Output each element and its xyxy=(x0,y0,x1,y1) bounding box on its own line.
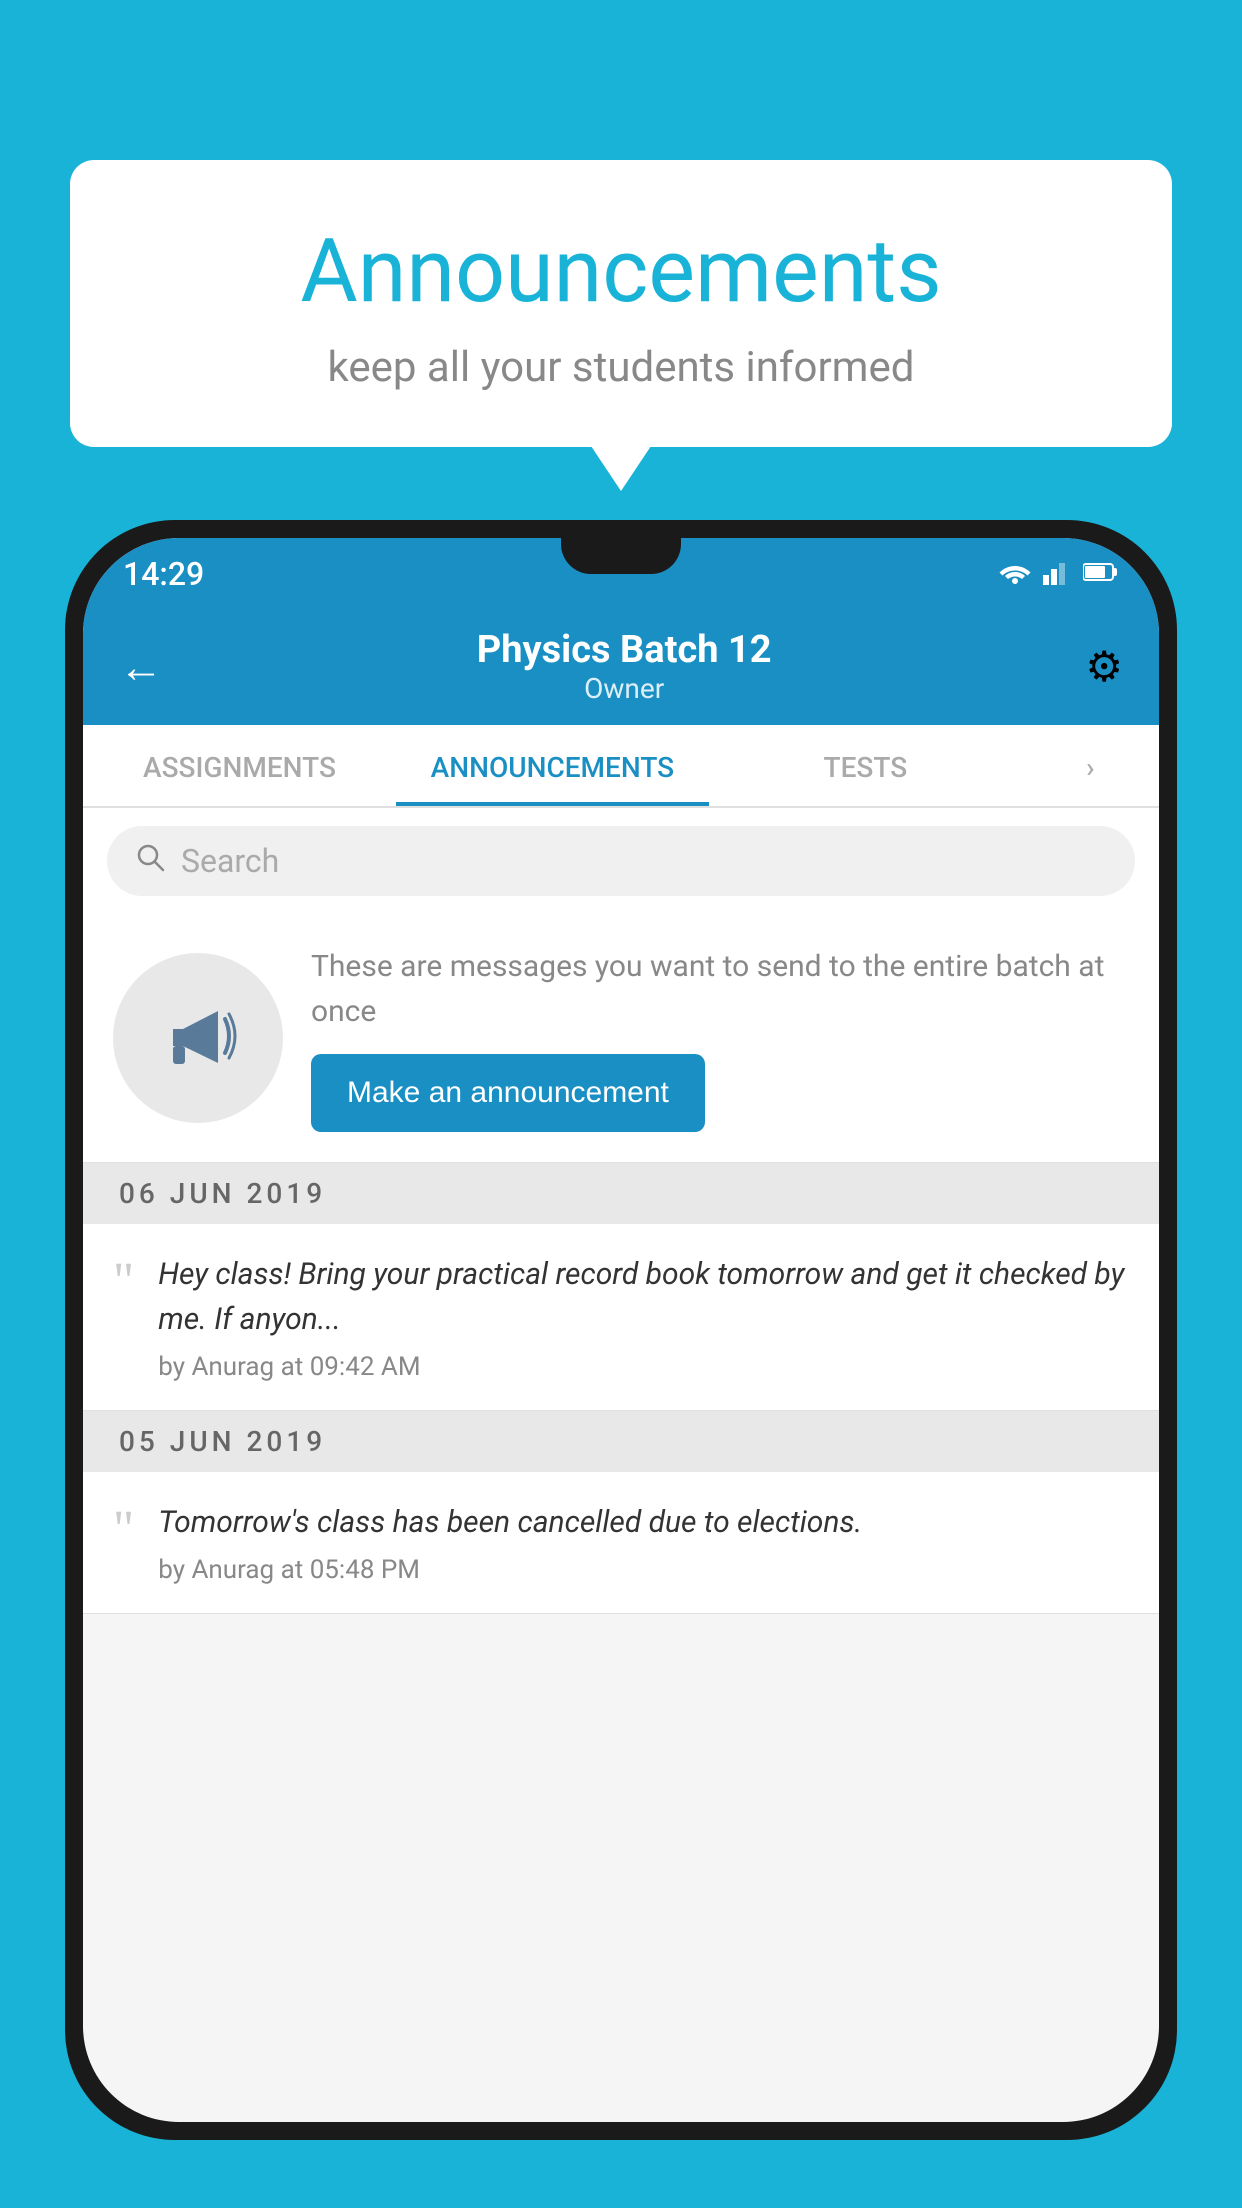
app-header: ← Physics Batch 12 Owner ⚙ xyxy=(83,610,1159,725)
tab-tests[interactable]: TESTS xyxy=(709,725,1022,806)
search-container: Search xyxy=(83,808,1159,914)
quote-icon-2: " xyxy=(113,1504,134,1556)
announcement-meta-2: by Anurag at 05:48 PM xyxy=(158,1555,1129,1585)
tab-bar: ASSIGNMENTS ANNOUNCEMENTS TESTS › xyxy=(83,725,1159,808)
header-center: Physics Batch 12 Owner xyxy=(477,628,772,705)
battery-icon xyxy=(1083,562,1119,586)
wifi-icon xyxy=(999,560,1031,588)
speech-bubble: Announcements keep all your students inf… xyxy=(70,160,1172,447)
make-announcement-button[interactable]: Make an announcement xyxy=(311,1054,705,1132)
date-separator-1: 06 JUN 2019 xyxy=(83,1163,1159,1224)
status-bar: 14:29 xyxy=(83,538,1159,610)
tab-announcements[interactable]: ANNOUNCEMENTS xyxy=(396,725,709,806)
phone-wrapper: 14:29 xyxy=(65,520,1177,2208)
announcement-item-1[interactable]: " Hey class! Bring your practical record… xyxy=(83,1224,1159,1411)
status-icons xyxy=(999,559,1119,589)
announcement-item-2[interactable]: " Tomorrow's class has been cancelled du… xyxy=(83,1472,1159,1614)
phone-outer: 14:29 xyxy=(65,520,1177,2140)
back-button[interactable]: ← xyxy=(119,641,163,693)
announcement-promo: These are messages you want to send to t… xyxy=(83,914,1159,1163)
announcement-text-1: Hey class! Bring your practical record b… xyxy=(158,1252,1129,1342)
announcement-meta-1: by Anurag at 09:42 AM xyxy=(158,1352,1129,1382)
search-placeholder: Search xyxy=(181,842,279,880)
announcements-subtitle: keep all your students informed xyxy=(120,343,1122,392)
announcement-content-2: Tomorrow's class has been cancelled due … xyxy=(158,1500,1129,1585)
date-separator-2: 05 JUN 2019 xyxy=(83,1411,1159,1472)
promo-content: These are messages you want to send to t… xyxy=(311,944,1129,1132)
announcements-title: Announcements xyxy=(120,220,1122,323)
header-title: Physics Batch 12 xyxy=(477,628,772,672)
header-subtitle: Owner xyxy=(477,672,772,705)
phone-inner: 14:29 xyxy=(83,538,1159,2122)
tab-assignments[interactable]: ASSIGNMENTS xyxy=(83,725,396,806)
announcement-text-2: Tomorrow's class has been cancelled due … xyxy=(158,1500,1129,1545)
promo-description: These are messages you want to send to t… xyxy=(311,944,1129,1034)
signal-icon xyxy=(1043,559,1071,589)
quote-icon-1: " xyxy=(113,1256,134,1308)
search-bar[interactable]: Search xyxy=(107,826,1135,896)
search-icon xyxy=(135,842,165,880)
promo-icon-circle xyxy=(113,953,283,1123)
tab-more[interactable]: › xyxy=(1022,725,1159,806)
gear-icon[interactable]: ⚙ xyxy=(1085,642,1123,692)
status-time: 14:29 xyxy=(123,555,204,593)
phone-notch xyxy=(561,538,681,574)
announcement-content-1: Hey class! Bring your practical record b… xyxy=(158,1252,1129,1382)
megaphone-icon xyxy=(153,991,243,1085)
